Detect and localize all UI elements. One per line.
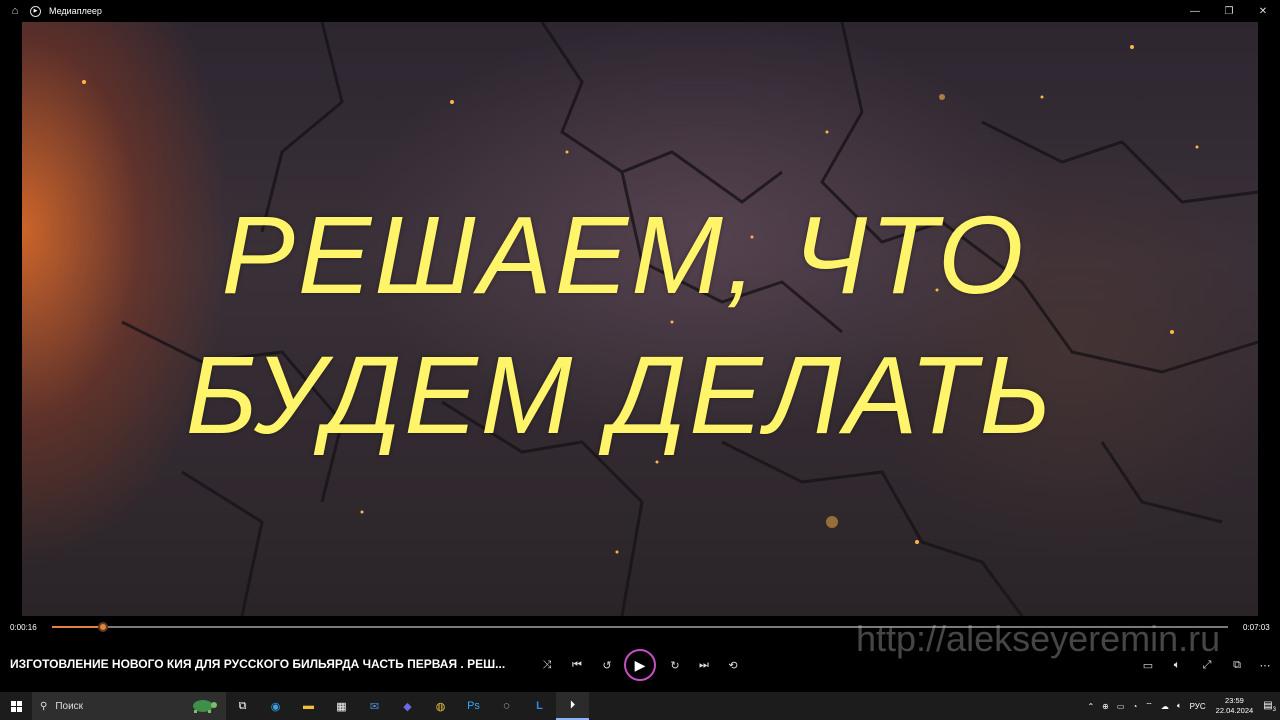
browser-icon[interactable]: ◌ — [490, 692, 523, 720]
current-time: 0:00:16 — [10, 623, 37, 632]
start-button[interactable] — [0, 700, 32, 712]
notification-center-icon[interactable]: ▤3 — [1263, 700, 1276, 713]
mini-player-icon[interactable]: ⧉ — [1226, 654, 1248, 676]
cloud-icon[interactable]: ☁ — [1161, 702, 1169, 711]
media-player-icon: ▶ — [30, 5, 41, 17]
headline-line-1: РЕШАЕМ, ЧТО — [221, 194, 1027, 317]
language-indicator[interactable]: РУС — [1190, 702, 1206, 711]
play-button[interactable]: ▶ — [624, 649, 656, 681]
edge-icon[interactable]: ◉ — [259, 692, 292, 720]
tray-app-icon[interactable]: ⊕ — [1102, 702, 1109, 711]
forward-30-icon[interactable]: ↻ — [664, 654, 686, 676]
clock-time: 23:59 — [1225, 696, 1244, 705]
subtitles-icon[interactable]: ▭ — [1137, 654, 1159, 676]
app-icon-blue[interactable]: ◆ — [391, 692, 424, 720]
title-bar: ⌂ ▶ Медиаплеер — ❐ ✕ — [0, 0, 1280, 22]
play-icon: ▶ — [634, 656, 646, 673]
next-icon[interactable]: ⏭ — [693, 654, 715, 676]
fullscreen-icon[interactable]: ⤢ — [1196, 654, 1218, 676]
task-view-icon[interactable]: ⧉ — [226, 692, 259, 720]
turtle-search-highlight-icon — [193, 700, 217, 713]
player-controls: 0:00:16 0:07:03 http://alekseyeremin.ru … — [0, 616, 1280, 692]
launcher-icon[interactable]: L — [523, 692, 556, 720]
seek-thumb[interactable] — [97, 622, 108, 632]
video-frame[interactable]: РЕШАЕМ, ЧТО БУДЕМ ДЕЛАТЬ — [22, 22, 1258, 616]
close-icon[interactable]: ✕ — [1246, 6, 1280, 17]
shuffle-icon[interactable]: ⤨ — [536, 654, 558, 676]
windows-icon — [10, 700, 22, 712]
volume-icon[interactable]: 🔈︎ — [1166, 654, 1188, 676]
store-icon[interactable]: ▦ — [325, 692, 358, 720]
media-player-taskbar-icon[interactable]: ⏵ — [556, 692, 589, 720]
file-explorer-icon[interactable]: ▬ — [292, 692, 325, 720]
headline-line-2: БУДЕМ ДЕЛАТЬ — [185, 334, 1055, 457]
network-icon[interactable]: ◔ — [1132, 702, 1137, 711]
chrome-icon[interactable]: ◍ — [424, 692, 457, 720]
more-options-icon[interactable]: ⋯ — [1254, 654, 1276, 676]
seek-bar-fill — [52, 626, 103, 628]
taskbar: ⚲ Поиск ⧉ ◉ ▬ ▦ ✉ ◆ ◍ Ps ◌ L ⏵ ⌃ ⊕ ▭ ◔ ⌔… — [0, 692, 1280, 720]
now-playing-title: ИЗГОТОВЛЕНИЕ НОВОГО КИЯ ДЛЯ РУССКОГО БИЛ… — [10, 657, 506, 671]
mail-icon[interactable]: ✉ — [358, 692, 391, 720]
minimize-icon[interactable]: — — [1178, 6, 1212, 17]
photoshop-icon[interactable]: Ps — [457, 692, 490, 720]
wifi-icon[interactable]: ⌔ — [1145, 701, 1153, 711]
window-title: Медиаплеер — [49, 6, 102, 16]
search-placeholder: Поиск — [55, 700, 84, 712]
clock[interactable]: 23:59 22.04.2024 — [1216, 696, 1254, 716]
home-icon[interactable]: ⌂ — [0, 5, 30, 17]
system-tray: ⌃ ⊕ ▭ ◔ ⌔ ☁ 🔈︎ РУС 23:59 22.04.2024 ▤3 — [1083, 692, 1280, 720]
restore-icon[interactable]: ❐ — [1212, 6, 1246, 17]
battery-icon[interactable]: ▭ — [1117, 702, 1125, 711]
clock-date: 22.04.2024 — [1215, 706, 1254, 715]
total-time: 0:07:03 — [1243, 623, 1270, 632]
search-icon: ⚲ — [40, 700, 48, 712]
repeat-off-icon[interactable]: ⟲ — [722, 654, 744, 676]
volume-tray-icon[interactable]: 🔈︎ — [1177, 701, 1182, 711]
taskbar-search[interactable]: ⚲ Поиск — [32, 692, 226, 720]
rewind-10-icon[interactable]: ↺ — [596, 654, 618, 676]
cracked-ground-texture — [82, 22, 1258, 616]
notification-count: 3 — [1272, 706, 1276, 713]
previous-icon[interactable]: ⏮ — [566, 654, 588, 676]
show-hidden-icons[interactable]: ⌃ — [1087, 702, 1094, 711]
